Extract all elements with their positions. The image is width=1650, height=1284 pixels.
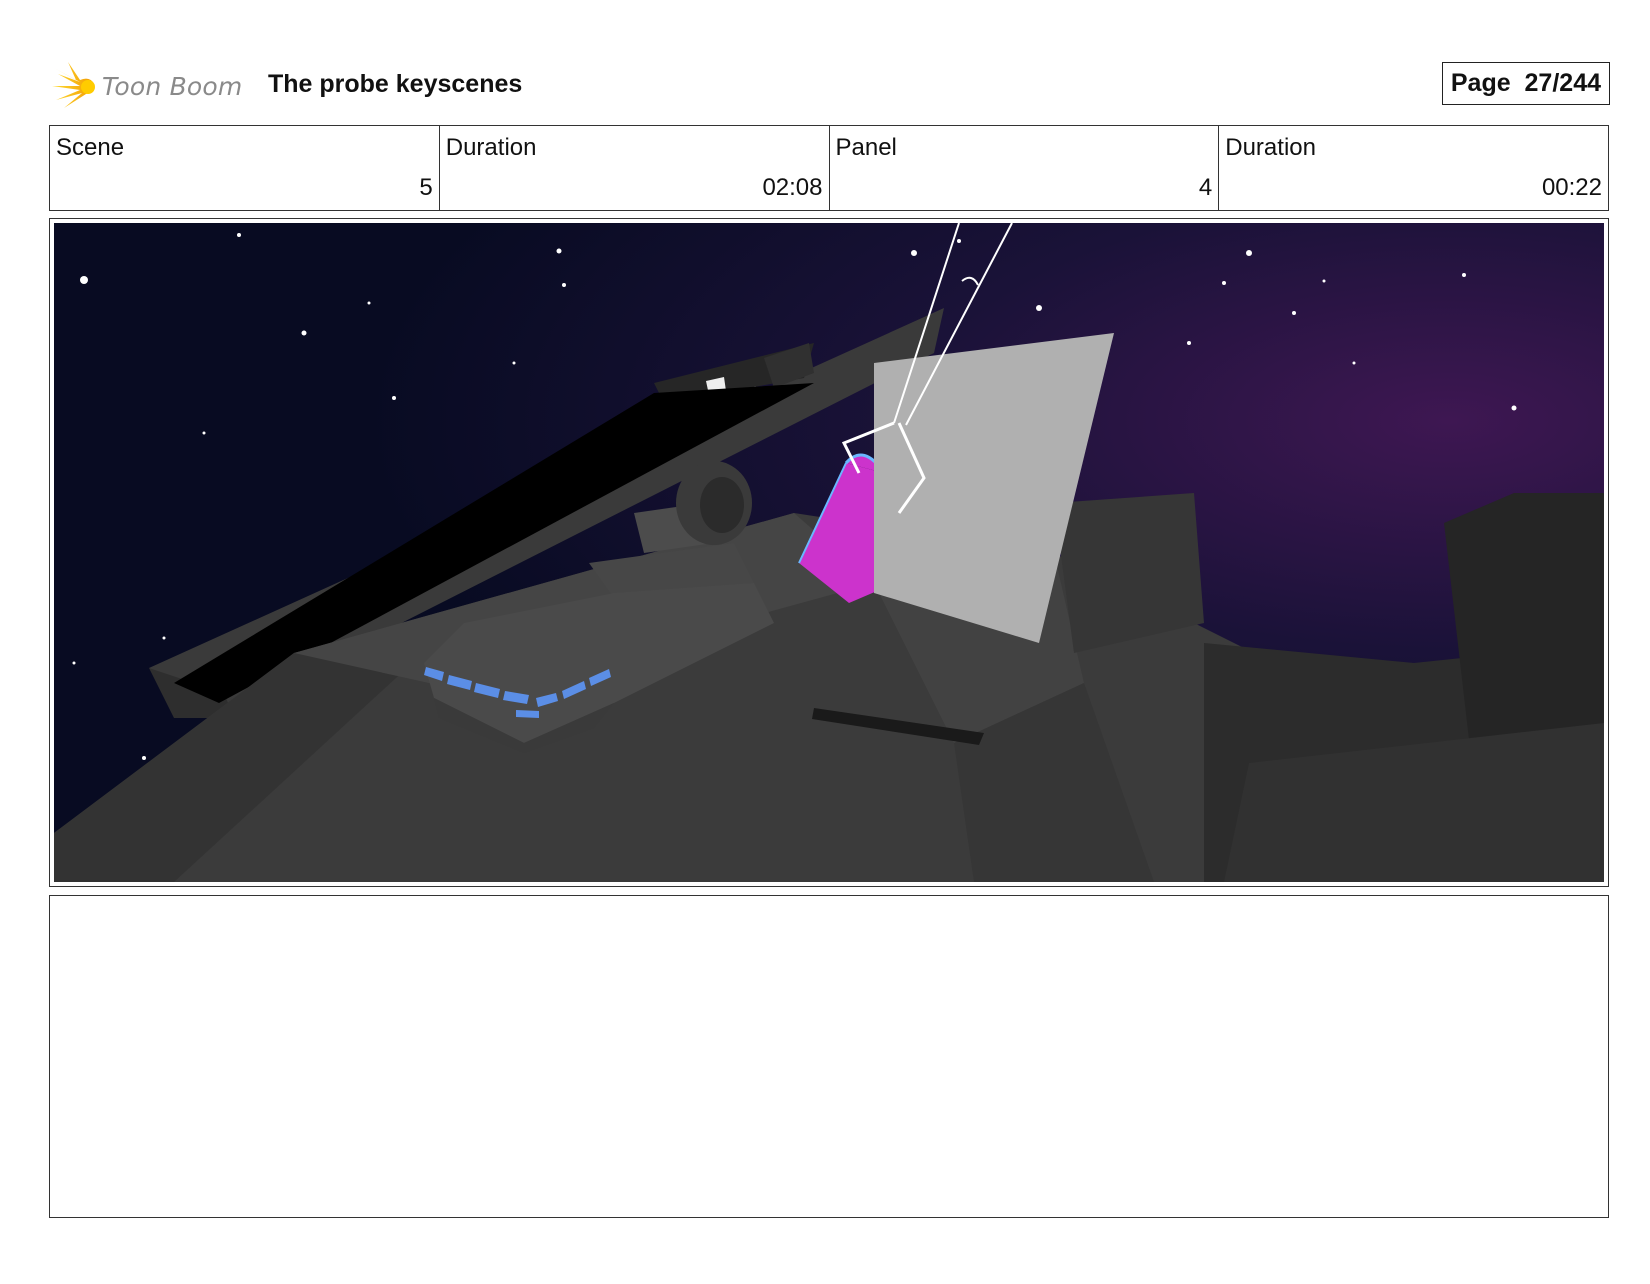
panel-image xyxy=(54,223,1604,882)
panel-duration-cell: Duration 00:22 xyxy=(1219,126,1608,210)
panel-cell: Panel 4 xyxy=(830,126,1220,210)
page-label: Page xyxy=(1450,69,1511,97)
storyboard-panel xyxy=(49,218,1609,887)
scene-duration-label: Duration xyxy=(445,134,537,161)
logo-wordmark: Toon Boom xyxy=(102,71,243,101)
scene-duration-cell: Duration 02:08 xyxy=(440,126,830,210)
page-indicator: Page 27/244 xyxy=(1441,62,1610,105)
panel-label: Panel xyxy=(835,134,897,161)
panel-duration-label: Duration xyxy=(1225,134,1316,161)
panel-value: 4 xyxy=(1198,174,1213,201)
scene-cell: Scene 5 xyxy=(50,126,440,210)
scene-label: Scene xyxy=(56,134,125,161)
panel-notes-area xyxy=(49,895,1609,1218)
toon-boom-logo: Toon Boom xyxy=(50,60,242,112)
page-header: Toon Boom The probe keyscenes Page 27/24… xyxy=(50,58,1610,114)
scene-info-table: Scene 5 Duration 02:08 Panel 4 Duration … xyxy=(49,125,1609,211)
scene-value: 5 xyxy=(419,174,433,201)
burst-icon xyxy=(52,62,95,108)
scene-duration-value: 02:08 xyxy=(762,174,823,201)
panel-duration-value: 00:22 xyxy=(1541,174,1602,201)
document-title: The probe keyscenes xyxy=(268,70,523,98)
page-number: 27/244 xyxy=(1524,69,1601,97)
